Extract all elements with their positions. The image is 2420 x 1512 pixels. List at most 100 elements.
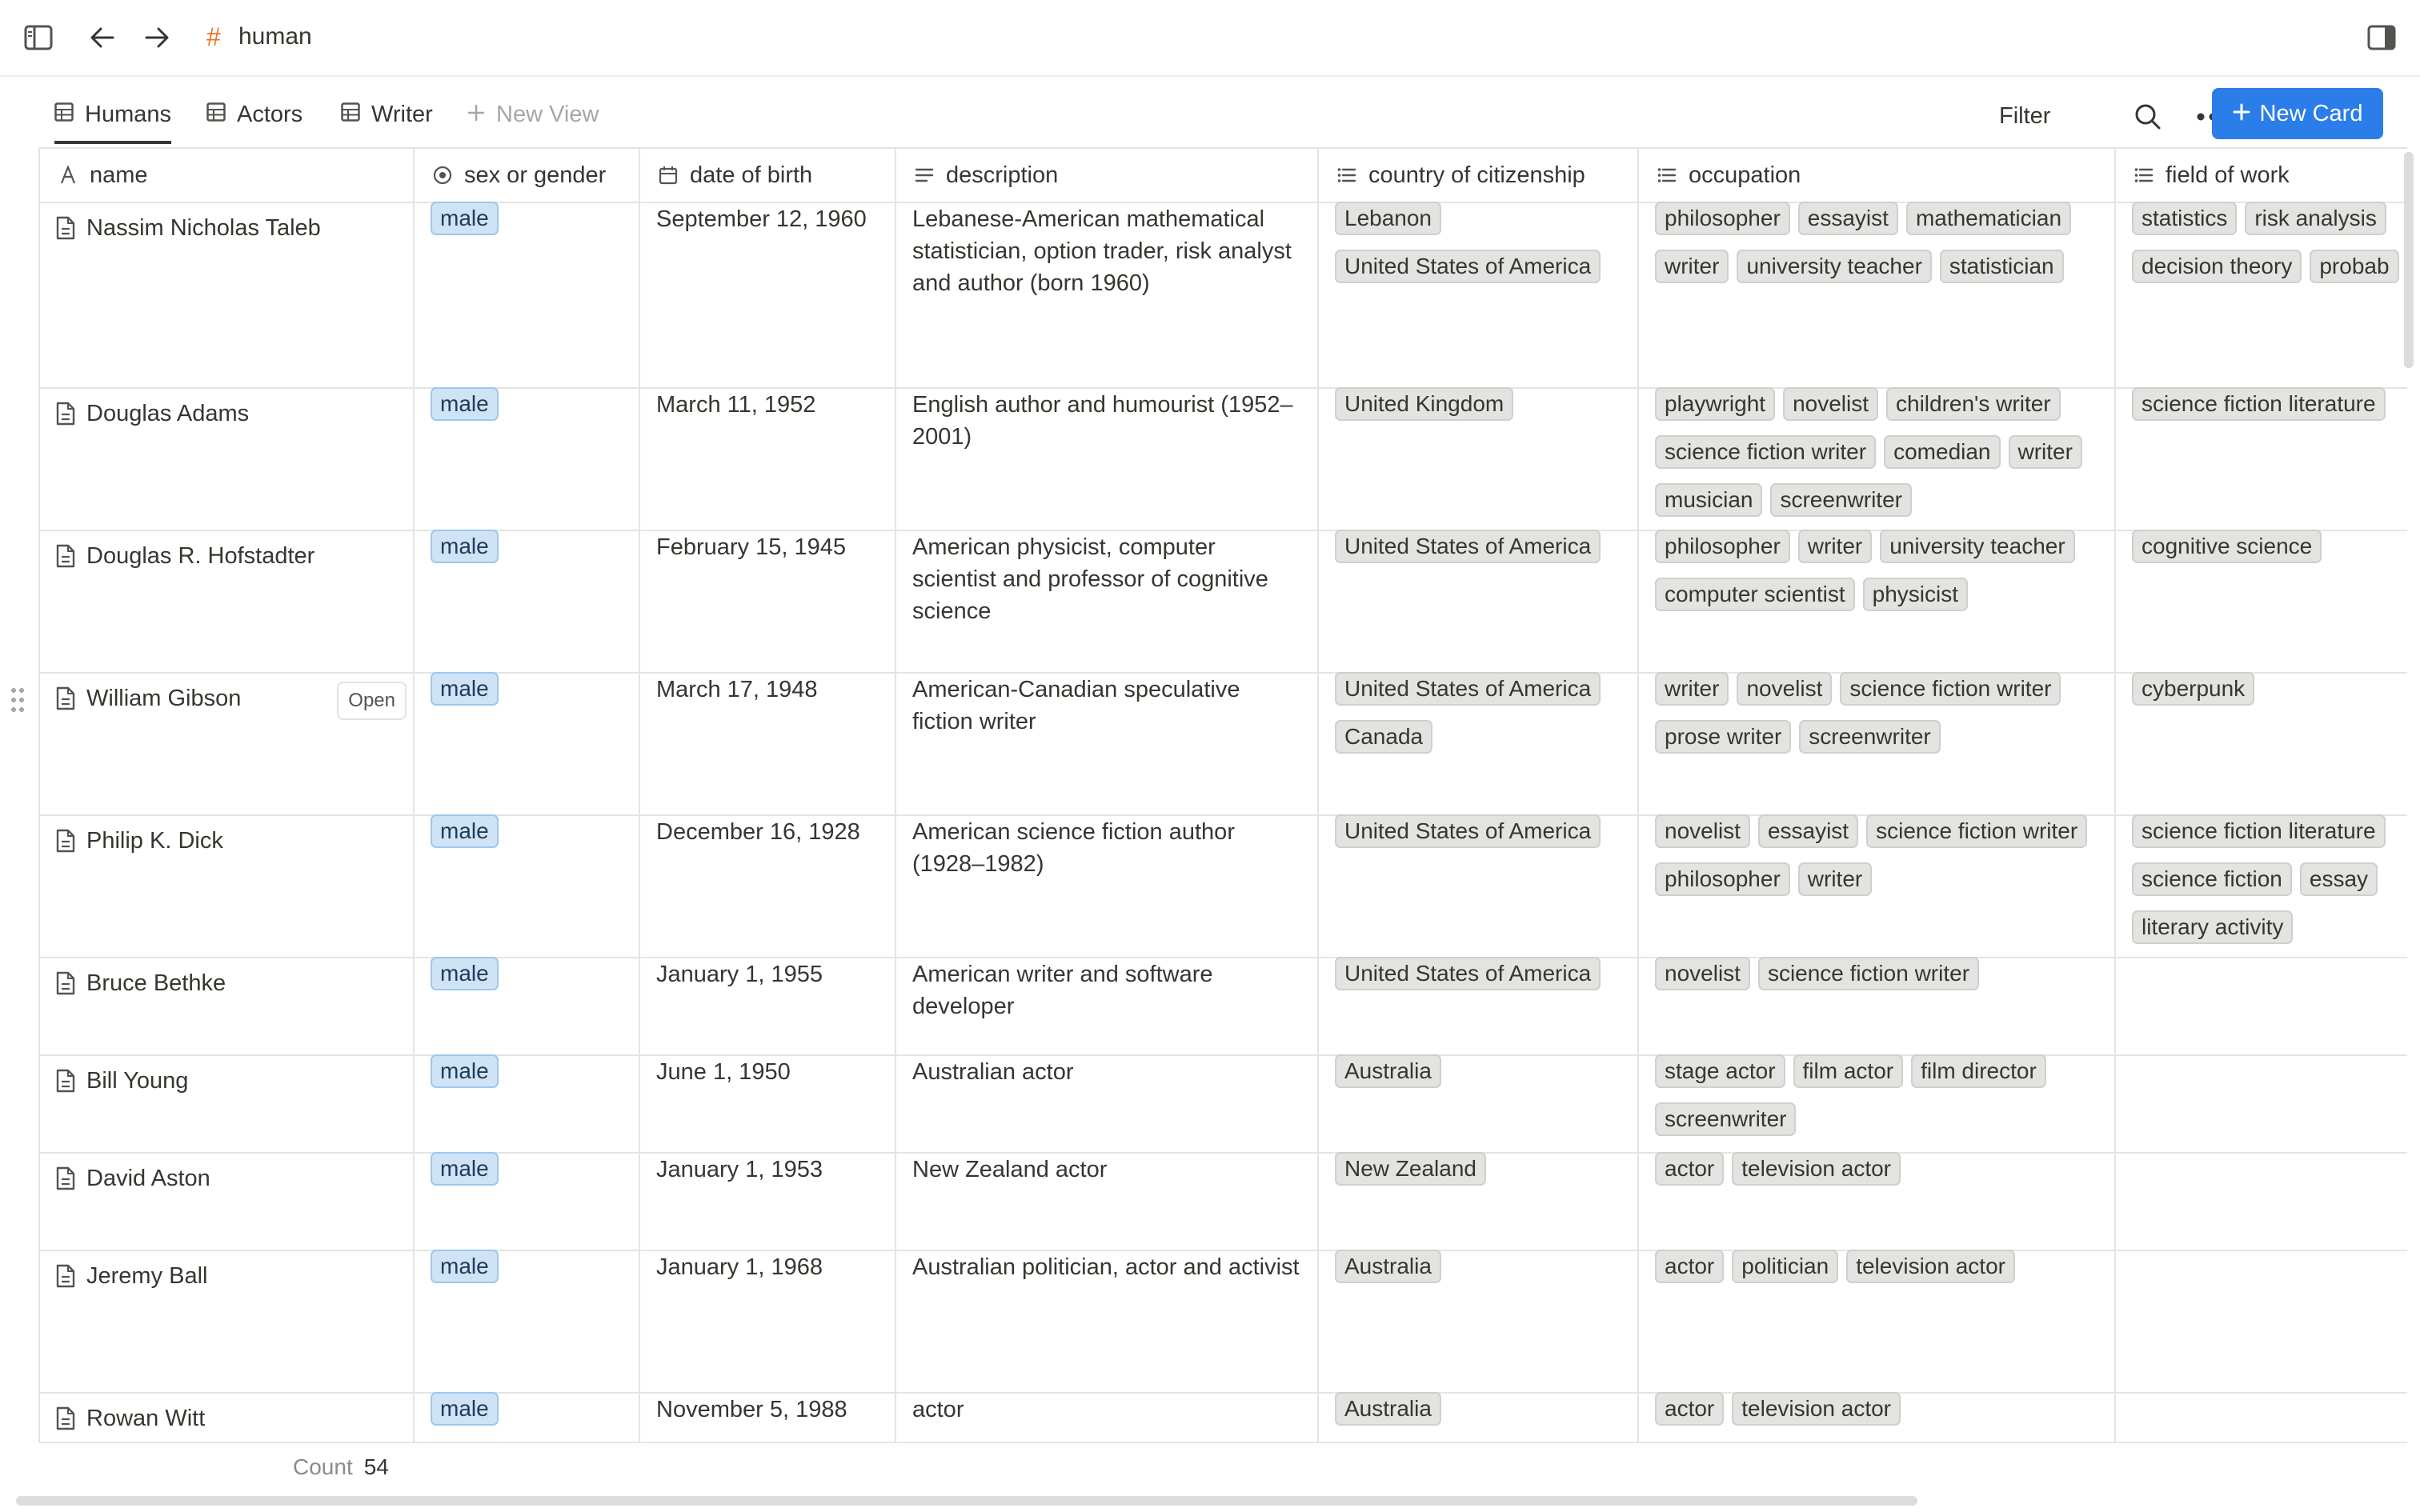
country-cell[interactable]: Australia [1319,1392,1639,1442]
occupation-cell[interactable]: novelist essayist science fiction writer ph… [1639,814,2116,957]
date-cell[interactable]: January 1, 1968 [640,1250,896,1392]
occupation-cell[interactable]: playwright novelist children's writer scien… [1639,387,2116,530]
country-cell[interactable]: United States of America [1319,957,1639,1054]
column-header-field-of-work[interactable]: field of work [2116,149,2407,202]
tab-actors[interactable]: Actors [206,88,302,141]
table-row[interactable]: Rowan Witt male November 5, 1988 actor Austr… [40,1392,2407,1442]
field-cell[interactable] [2116,1054,2407,1152]
description-cell[interactable]: American-Canadian speculative fiction wr… [896,672,1319,814]
column-header-description[interactable]: description [896,149,1319,202]
field-cell[interactable]: cognitive science [2116,530,2407,672]
drag-handle-icon[interactable] [10,686,26,714]
tab-humans[interactable]: Humans [54,88,171,144]
country-cell[interactable]: United Kingdom [1319,387,1639,530]
horizontal-scrollbar[interactable] [16,1496,1917,1506]
field-cell[interactable]: science fiction literature science fictio… [2116,814,2407,957]
sex-cell[interactable]: male [415,957,640,1054]
panel-right-icon[interactable] [2366,22,2398,54]
field-cell[interactable]: cyberpunk [2116,672,2407,814]
field-cell[interactable]: statistics risk analysis decision theory pr… [2116,202,2407,387]
name-cell[interactable]: Rowan Witt [40,1392,415,1442]
column-header-date-of-birth[interactable]: date of birth [640,149,896,202]
description-cell[interactable]: Australian actor [896,1054,1319,1152]
name-cell[interactable]: Bruce Bethke [40,957,415,1054]
date-cell[interactable]: March 11, 1952 [640,387,896,530]
arrow-left-icon[interactable] [86,22,118,54]
description-cell[interactable]: American science fiction author (1928–19… [896,814,1319,957]
country-cell[interactable]: Lebanon United States of America [1319,202,1639,387]
date-cell[interactable]: June 1, 1950 [640,1054,896,1152]
occupation-cell[interactable]: actor politician television actor [1639,1250,2116,1392]
column-header-country[interactable]: country of citizenship [1319,149,1639,202]
name-cell[interactable]: William Gibson Open [40,672,415,814]
new-card-button[interactable]: New Card [2212,88,2383,139]
search-icon[interactable] [2130,99,2166,134]
description-cell[interactable]: New Zealand actor [896,1152,1319,1250]
occupation-cell[interactable]: stage actor film actor film director screen… [1639,1054,2116,1152]
table-row[interactable]: David Aston male January 1, 1953 New Zealan… [40,1152,2407,1251]
field-cell[interactable] [2116,1152,2407,1250]
country-cell[interactable]: United States of America [1319,530,1639,672]
country-cell[interactable]: United States of America [1319,814,1639,957]
vertical-scrollbar[interactable] [2404,152,2414,368]
sex-cell[interactable]: male [415,1054,640,1152]
table-row[interactable]: Jeremy Ball male January 1, 1968 Australian… [40,1250,2407,1394]
open-button[interactable]: Open [337,682,407,720]
name-cell[interactable]: Douglas R. Hofstadter [40,530,415,672]
tab-writer[interactable]: Writer [341,88,433,141]
sex-cell[interactable]: male [415,1250,640,1392]
column-header-occupation[interactable]: occupation [1639,149,2116,202]
breadcrumb-title[interactable]: human [238,21,312,53]
description-cell[interactable]: Australian politician, actor and activis… [896,1250,1319,1392]
occupation-cell[interactable]: writer novelist science fiction writer pros… [1639,672,2116,814]
description-cell[interactable]: actor [896,1392,1319,1442]
date-cell[interactable]: January 1, 1955 [640,957,896,1054]
occupation-cell[interactable]: novelist science fiction writer [1639,957,2116,1054]
occupation-cell[interactable]: actor television actor [1639,1152,2116,1250]
filter-button[interactable]: Filter [1999,99,2050,133]
country-cell[interactable]: Australia [1319,1250,1639,1392]
name-cell[interactable]: Philip K. Dick [40,814,415,957]
date-cell[interactable]: November 5, 1988 [640,1392,896,1442]
occupation-cell[interactable]: philosopher writer university teacher compu… [1639,530,2116,672]
name-cell[interactable]: Jeremy Ball [40,1250,415,1392]
country-cell[interactable]: United States of America Canada [1319,672,1639,814]
table-row[interactable]: Bill Young male June 1, 1950 Australian act… [40,1054,2407,1154]
sidebar-toggle-icon[interactable] [22,22,54,54]
name-cell[interactable]: Nassim Nicholas Taleb [40,202,415,387]
column-header-name[interactable]: name [40,149,415,202]
table-row[interactable]: Douglas Adams male March 11, 1952 English a… [40,387,2407,531]
description-cell[interactable]: American physicist, computer scientist a… [896,530,1319,672]
date-cell[interactable]: March 17, 1948 [640,672,896,814]
occupation-cell[interactable]: actor television actor [1639,1392,2116,1442]
description-cell[interactable]: American writer and software developer [896,957,1319,1054]
sex-cell[interactable]: male [415,1152,640,1250]
date-cell[interactable]: September 12, 1960 [640,202,896,387]
sex-cell[interactable]: male [415,1392,640,1442]
field-cell[interactable] [2116,957,2407,1054]
name-cell[interactable]: Douglas Adams [40,387,415,530]
table-row[interactable]: Nassim Nicholas Taleb male September 12, 1… [40,202,2407,389]
description-cell[interactable]: English author and humourist (1952–2001) [896,387,1319,530]
column-header-sex-or-gender[interactable]: sex or gender [415,149,640,202]
sex-cell[interactable]: male [415,387,640,530]
country-cell[interactable]: New Zealand [1319,1152,1639,1250]
sex-cell[interactable]: male [415,814,640,957]
table-row[interactable]: Philip K. Dick male December 16, 1928 Ameri… [40,814,2407,958]
sex-cell[interactable]: male [415,202,640,387]
date-cell[interactable]: February 15, 1945 [640,530,896,672]
field-cell[interactable] [2116,1250,2407,1392]
new-view-button[interactable]: New View [467,88,599,141]
name-cell[interactable]: David Aston [40,1152,415,1250]
description-cell[interactable]: Lebanese-American mathematical statistic… [896,202,1319,387]
field-cell[interactable]: science fiction literature [2116,387,2407,530]
sex-cell[interactable]: male [415,530,640,672]
arrow-right-icon[interactable] [141,22,173,54]
date-cell[interactable]: December 16, 1928 [640,814,896,957]
occupation-cell[interactable]: philosopher essayist mathematician writer un… [1639,202,2116,387]
name-cell[interactable]: Bill Young [40,1054,415,1152]
table-row[interactable]: Douglas R. Hofstadter male February 15, 19… [40,530,2407,674]
table-row[interactable]: Bruce Bethke male January 1, 1955 American … [40,957,2407,1056]
field-cell[interactable] [2116,1392,2407,1442]
sex-cell[interactable]: male [415,672,640,814]
